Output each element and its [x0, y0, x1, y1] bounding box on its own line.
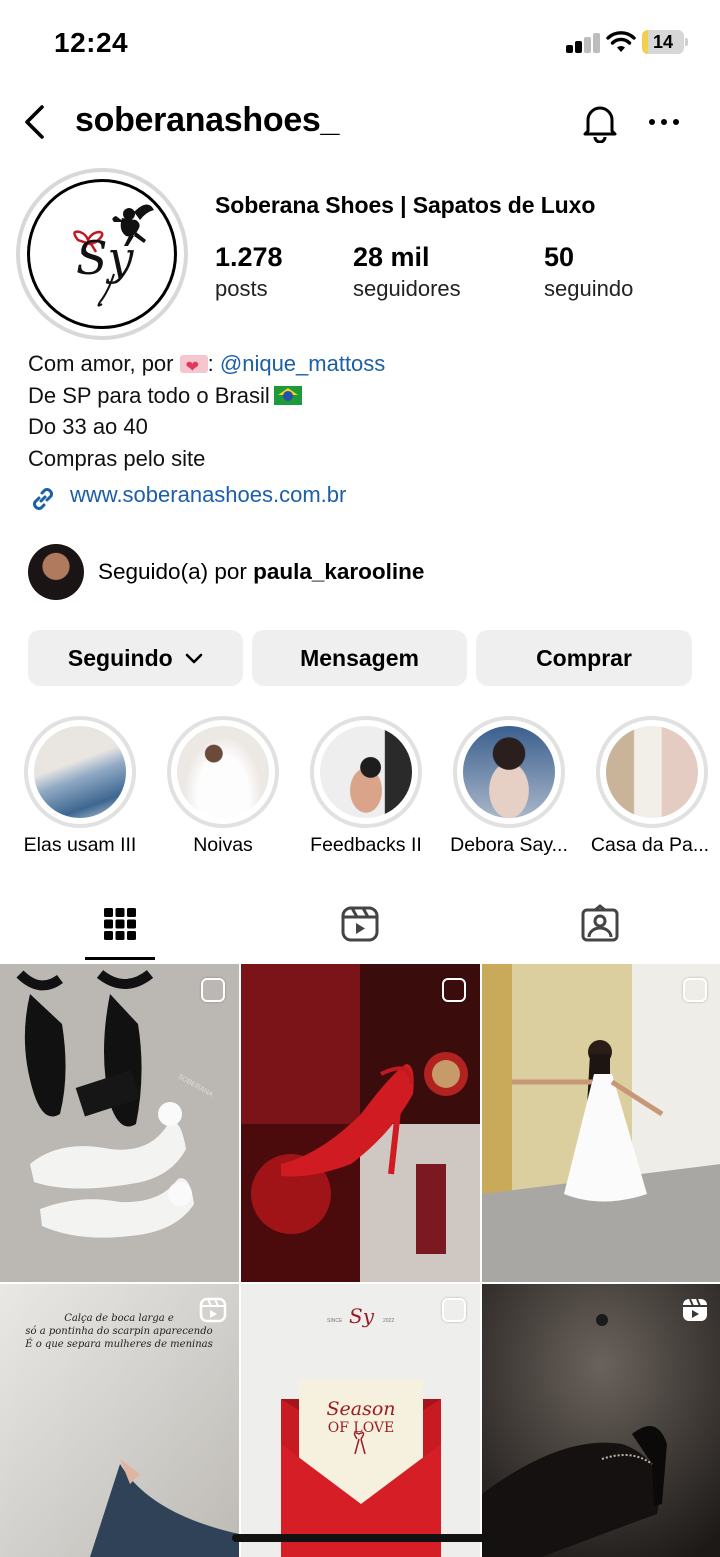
- post-4-caption: Calça de boca larga e só a pontinha do s…: [25, 1313, 213, 1350]
- highlight-5-label: Casa da Pa...: [590, 834, 710, 856]
- bio-line-2: De SP para todo o Brasil: [28, 382, 270, 408]
- avatar[interactable]: Sy: [27, 179, 177, 329]
- bio-line-4: Compras pelo site: [28, 445, 206, 471]
- post-4[interactable]: Calça de boca larga e só a pontinha do s…: [0, 1284, 239, 1557]
- followed-by-text: Seguido(a) por paula_karooline: [98, 559, 424, 585]
- message-button[interactable]: Mensagem: [252, 630, 467, 686]
- website-url: www.soberanashoes.com.br: [70, 482, 347, 507]
- shop-button[interactable]: Comprar: [476, 630, 692, 686]
- cellular-signal-icon: [566, 33, 602, 53]
- follower-avatar: [28, 544, 84, 600]
- battery-icon: 14: [642, 30, 688, 54]
- bio-line-1: Com amor, por: [28, 351, 174, 376]
- post-6[interactable]: [482, 1284, 720, 1557]
- stat-followers-value: 28 mil: [353, 242, 430, 272]
- following-button[interactable]: Seguindo: [28, 630, 243, 686]
- message-button-label: Mensagem: [300, 645, 419, 671]
- active-tab-indicator: [85, 957, 155, 960]
- select-checkbox[interactable]: [442, 1298, 466, 1322]
- profile-username: soberanashoes_: [75, 101, 340, 139]
- stat-followers-label: seguidores: [353, 276, 461, 301]
- stat-posts[interactable]: 1.278 posts: [215, 240, 283, 304]
- post-1[interactable]: SOBERANA: [0, 964, 239, 1282]
- notification-bell-icon[interactable]: [580, 101, 620, 143]
- stat-posts-label: posts: [215, 276, 268, 301]
- logo-monogram: Sy: [76, 231, 135, 285]
- highlight-1-thumbnail: [34, 726, 126, 818]
- highlight-1-label: Elas usam III: [23, 834, 137, 856]
- grid-icon: [104, 908, 136, 940]
- highlight-2-label: Noivas: [193, 834, 253, 856]
- battery-level: 14: [652, 32, 674, 52]
- home-indicator[interactable]: [232, 1534, 488, 1542]
- bio-mention-link[interactable]: @nique_mattoss: [220, 351, 385, 376]
- select-checkbox[interactable]: [683, 978, 707, 1002]
- wifi-icon: [606, 31, 636, 52]
- highlight-4-label: Debora Say...: [450, 834, 568, 856]
- following-button-label: Seguindo: [67, 645, 173, 671]
- followed-by-prefix: Seguido(a) por: [98, 559, 247, 584]
- reel-indicator-icon: [199, 1297, 227, 1323]
- profile-display-name: Soberana Shoes | Sapatos de Luxo: [215, 192, 596, 218]
- highlight-2-thumbnail: [177, 726, 269, 818]
- tab-tagged[interactable]: [480, 898, 720, 958]
- stat-following[interactable]: 50 seguindo: [544, 240, 633, 304]
- followed-by-user: paula_karooline: [253, 559, 425, 584]
- post-2[interactable]: [241, 964, 480, 1282]
- select-checkbox[interactable]: [201, 978, 225, 1002]
- chevron-down-icon: [185, 653, 203, 664]
- status-time: 12:24: [54, 27, 129, 58]
- highlight-3-label: Feedbacks II: [310, 834, 422, 856]
- post-5[interactable]: Sy SINCE 2022 Season OF LOVE: [241, 1284, 480, 1557]
- post-5-title-1: Season: [326, 1398, 396, 1420]
- status-bar: 12:24 14: [0, 0, 720, 86]
- post-3[interactable]: [482, 964, 720, 1282]
- heart-letter-emoji-icon: [179, 352, 208, 384]
- tab-posts-grid[interactable]: [0, 898, 240, 958]
- bio-separator: :: [207, 351, 214, 376]
- highlight-3-thumbnail: [320, 726, 412, 818]
- tab-reels[interactable]: [240, 898, 480, 958]
- more-options-icon[interactable]: [646, 110, 682, 134]
- post-5-title-2: OF LOVE: [327, 1420, 395, 1436]
- posts-grid: SOBERANA Calça de boca larga e só a pont…: [0, 964, 720, 1557]
- back-arrow-icon[interactable]: [18, 102, 52, 142]
- reel-indicator-icon: [683, 1298, 707, 1321]
- highlight-4-thumbnail: [463, 726, 555, 818]
- stat-followers[interactable]: 28 mil seguidores: [353, 240, 461, 304]
- bio-line-3: Do 33 ao 40: [28, 414, 148, 439]
- brazil-flag-icon: [273, 385, 302, 405]
- tagged-user-icon: [581, 904, 619, 942]
- shop-button-label: Comprar: [536, 645, 632, 671]
- select-checkbox[interactable]: [442, 978, 466, 1002]
- stat-following-value: 50: [544, 242, 575, 272]
- stat-following-label: seguindo: [544, 276, 634, 301]
- profile-bio: Com amor, por : @nique_mattoss De SP par…: [28, 348, 385, 474]
- link-icon: [33, 488, 53, 510]
- reels-icon: [341, 906, 379, 942]
- stat-posts-value: 1.278: [215, 242, 283, 272]
- highlight-5-thumbnail: [606, 726, 698, 818]
